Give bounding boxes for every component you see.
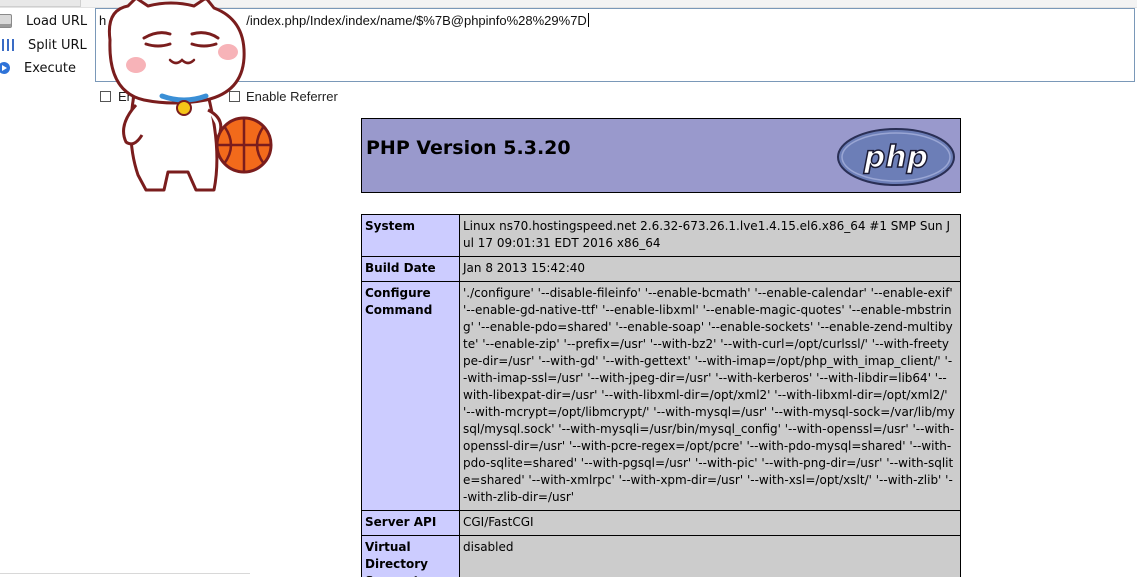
row-value: './configure' '--disable-fileinfo' '--en… (459, 281, 961, 511)
php-version-header: PHP Version 5.3.20 php (361, 118, 961, 193)
hackbar-toolbar: Load URL Split URL Execute h/index.php/I… (0, 0, 1137, 112)
row-value: CGI/FastCGI (459, 510, 961, 536)
row-key: Build Date (361, 256, 460, 282)
url-text-start: h (99, 13, 107, 28)
toolbar-top-strip (0, 0, 1137, 8)
load-url-button[interactable]: Load URL (0, 11, 90, 31)
table-row: Server API CGI/FastCGI (361, 510, 961, 536)
row-key: Configure Command (361, 281, 460, 511)
table-row: System Linux ns70.hostingspeed.net 2.6.3… (361, 214, 961, 257)
hackbar-options: En Enable Referrer (95, 88, 1135, 108)
text-caret (587, 13, 589, 27)
enable-post-checkbox[interactable] (100, 91, 111, 102)
hackbar-actions: Load URL Split URL Execute (0, 8, 92, 86)
row-key: Server API (361, 510, 460, 536)
bottom-divider (0, 573, 250, 574)
row-key: Virtual Directory Support (361, 535, 460, 577)
execute-icon (0, 62, 10, 74)
execute-button[interactable]: Execute (0, 58, 90, 78)
url-text-rest: /index.php/Index/index/name/$%7B@phpinfo… (246, 13, 587, 28)
row-key: System (361, 214, 460, 257)
row-value: disabled (459, 535, 961, 577)
php-logo-icon: php (837, 128, 955, 186)
url-text: h/index.php/Index/index/name/$%7B@phpinf… (99, 13, 589, 28)
enable-referrer-label: Enable Referrer (246, 89, 338, 104)
php-version-title: PHP Version 5.3.20 (366, 137, 571, 159)
split-url-button[interactable]: Split URL (0, 35, 90, 55)
load-url-label: Load URL (26, 13, 88, 29)
execute-label: Execute (24, 60, 76, 76)
table-row: Build Date Jan 8 2013 15:42:40 (361, 256, 961, 282)
load-url-icon (0, 14, 12, 28)
split-url-icon (2, 39, 14, 51)
row-value: Jan 8 2013 15:42:40 (459, 256, 961, 282)
enable-referrer-checkbox[interactable] (229, 91, 240, 102)
split-url-label: Split URL (28, 37, 87, 53)
table-row: Virtual Directory Support disabled (361, 535, 961, 577)
url-textarea[interactable]: h/index.php/Index/index/name/$%7B@phpinf… (95, 8, 1135, 82)
table-row: Configure Command './configure' '--disab… (361, 281, 961, 511)
php-logo-text: php (863, 140, 928, 175)
php-info-table: System Linux ns70.hostingspeed.net 2.6.3… (361, 214, 961, 577)
row-value: Linux ns70.hostingspeed.net 2.6.32-673.2… (459, 214, 961, 257)
toolbar-tab[interactable] (0, 0, 81, 7)
enable-post-label: En (118, 89, 134, 104)
browser-viewport: Load URL Split URL Execute h/index.php/I… (0, 0, 1137, 577)
